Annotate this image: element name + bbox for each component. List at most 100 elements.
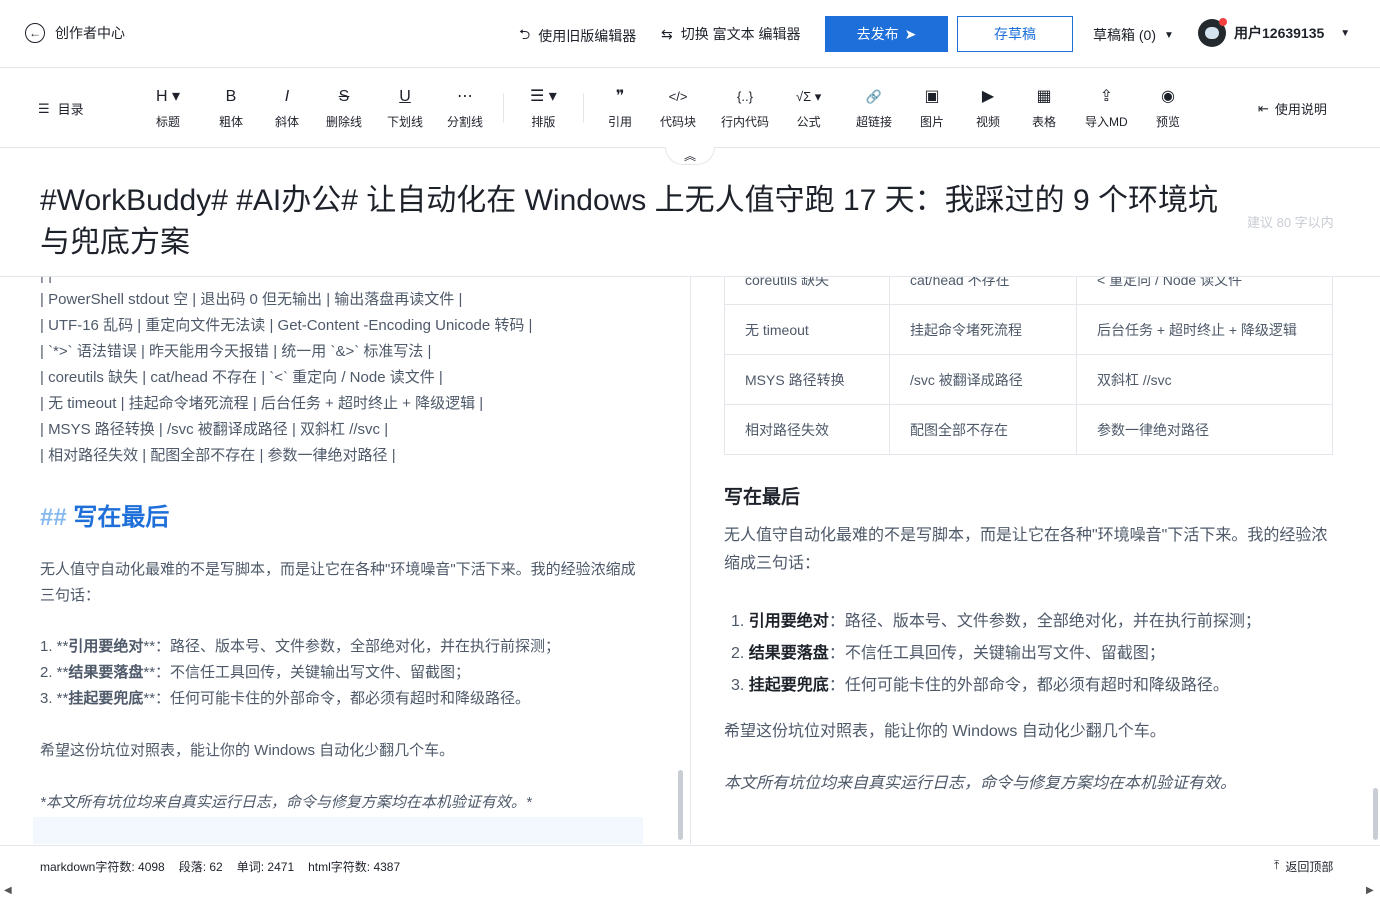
table-cell: 配图全部不存在 — [889, 404, 1077, 455]
preview-list-item: 2. 结果要落盘：不信任工具回传，关键输出写文件、留截图； — [731, 645, 1165, 662]
caret-down-icon: ▼ — [1164, 29, 1174, 41]
tool-heading[interactable]: H ▾ 标题 — [156, 87, 180, 130]
table-row: 无 timeout 挂起命令堵死流程 后台任务 + 超时终止 + 降级逻辑 — [724, 304, 1333, 355]
tool-strikethrough-label: 删除线 — [326, 115, 363, 129]
tool-layout[interactable]: ☰ ▾ 排版 — [530, 87, 557, 130]
tool-underline-label: 下划线 — [387, 115, 424, 129]
formula-icon: √Σ ▾ — [796, 89, 822, 104]
username: 用户12639135 — [1234, 25, 1325, 41]
tool-quote-label: 引用 — [608, 115, 633, 129]
toc-button[interactable]: ☰ 目录 — [38, 99, 84, 118]
tool-underline[interactable]: U 下划线 — [387, 87, 423, 130]
tool-table[interactable]: ▦ 表格 — [1032, 87, 1056, 130]
tool-bold-label: 粗体 — [219, 115, 244, 129]
switch-editor-label: 切换 富文本 编辑器 — [680, 26, 801, 42]
arrow-left-icon: ← — [25, 23, 45, 43]
editor-toolbar: ☰ 目录 H ▾ 标题 B 粗体 I 斜体 S 删除线 U 下划线 ⋯ 分割线 ☰ ▾ 排版 … — [0, 69, 1380, 148]
bold-icon: B — [225, 88, 237, 105]
heading-text: 写在最后 — [73, 504, 170, 531]
preview-scrollbar[interactable] — [1373, 788, 1378, 840]
toolbar-separator — [583, 93, 584, 123]
tool-divider[interactable]: ⋯ 分割线 — [447, 87, 483, 130]
markdown-char-count: markdown字符数: 4098 — [40, 860, 165, 874]
editor-table-line: | MSYS 路径转换 | /svc 被翻译成路径 | 双斜杠 //svc | — [40, 421, 389, 438]
divider-icon: ⋯ — [457, 88, 473, 105]
quote-icon: ❞ — [615, 88, 625, 105]
caret-down-icon: ▼ — [1340, 27, 1351, 39]
list-icon: ☰ — [38, 100, 50, 116]
tool-bold[interactable]: B 粗体 — [219, 87, 243, 130]
back-to-top-label: 返回顶部 — [1285, 860, 1334, 874]
tool-formula[interactable]: √Σ ▾ 公式 — [796, 87, 821, 130]
table-row: MSYS 路径转换 /svc 被翻译成路径 双斜杠 //svc — [724, 354, 1333, 405]
publish-button[interactable]: 去发布 ➤ — [825, 16, 948, 52]
back-to-top-button[interactable]: ⤒ 返回顶部 — [1274, 858, 1333, 875]
table-cell: cat/head 不存在 — [889, 277, 1077, 305]
horizontal-scrollbar[interactable]: ◀ ▶ — [0, 883, 1380, 900]
tool-link[interactable]: 🔗 超链接 — [856, 87, 892, 130]
tool-video[interactable]: ▶ 视频 — [976, 87, 1000, 130]
editor-intro: 无人值守自动化最难的不是写脚本，而是让它在各种"环境噪音"下活下来。我的经验浓缩… — [40, 561, 636, 604]
publish-label: 去发布 — [856, 26, 899, 42]
back-label: 创作者中心 — [55, 25, 125, 41]
editor-scrollbar[interactable] — [678, 770, 683, 840]
old-editor-button[interactable]: ⮌ 使用旧版编辑器 — [519, 24, 636, 48]
table-cell: 无 timeout — [724, 304, 890, 355]
tool-code-block-label: 代码块 — [660, 115, 697, 129]
video-icon: ▶ — [981, 88, 995, 105]
tool-italic[interactable]: I 斜体 — [275, 87, 299, 130]
strikethrough-icon: S — [338, 88, 350, 105]
drafts-dropdown[interactable]: 草稿箱 (0) ▼ — [1093, 25, 1174, 45]
top-header: ← 创作者中心 ⮌ 使用旧版编辑器 ⇆ 切换 富文本 编辑器 去发布 ➤ 存草稿… — [0, 0, 1380, 68]
tool-image[interactable]: ▣ 图片 — [920, 87, 944, 130]
user-menu[interactable]: 用户12639135 ▼ — [1198, 18, 1351, 47]
eye-icon: ◉ — [1161, 88, 1175, 105]
tool-layout-label: 排版 — [531, 115, 556, 129]
tool-strikethrough[interactable]: S 删除线 — [326, 87, 362, 130]
tool-video-label: 视频 — [976, 115, 1001, 129]
editor-closing: 希望这份坑位对照表，能让你的 Windows 自动化少翻几个车。 — [40, 742, 455, 759]
table-cell: 参数一律绝对路径 — [1076, 404, 1333, 455]
manual-button[interactable]: ⇤ 使用说明 — [1258, 99, 1327, 118]
back-to-creator-center[interactable]: ← 创作者中心 — [25, 23, 125, 43]
switch-editor-button[interactable]: ⇆ 切换 富文本 编辑器 — [661, 24, 801, 44]
table-row: coreutils 缺失 cat/head 不存在 < 重定向 / Node 读… — [724, 277, 1333, 305]
tool-italic-label: 斜体 — [275, 115, 300, 129]
arrow-up-icon: ⤒ — [1274, 858, 1280, 872]
scroll-right-icon[interactable]: ▶ — [1366, 885, 1374, 896]
table-cell: < 重定向 / Node 读文件 — [1076, 277, 1333, 305]
editor-table-line: | `*>` 语法错误 | 昨天能用今天报错 | 统一用 `&>` 标准写法 | — [40, 343, 432, 360]
tool-preview-label: 预览 — [1156, 115, 1181, 129]
markdown-editor[interactable]: | | | PowerShell stdout 空 | 退出码 0 但无输出 |… — [0, 277, 690, 844]
save-draft-label: 存草稿 — [994, 26, 1036, 42]
tool-code-block[interactable]: </> 代码块 — [660, 87, 696, 130]
save-draft-button[interactable]: 存草稿 — [957, 16, 1073, 52]
article-title-input[interactable]: #WorkBuddy# #AI办公# 让自动化在 Windows 上无人值守跑 … — [40, 180, 1220, 264]
layout-icon: ☰ ▾ — [530, 88, 557, 105]
link-icon: 🔗 — [865, 89, 883, 104]
chevron-up-icon: ︽ — [683, 149, 696, 163]
tool-preview[interactable]: ◉ 预览 — [1156, 87, 1180, 130]
editor-note: *本文所有坑位均来自真实运行日志，命令与修复方案均在本机验证有效。* — [40, 794, 532, 811]
list-icon: ⇤ — [1258, 100, 1269, 116]
document-stats: markdown字符数: 4098 段落: 62 单词: 2471 html字符… — [40, 858, 400, 875]
underline-icon: U — [399, 88, 411, 105]
editor-table-line: | 无 timeout | 挂起命令堵死流程 | 后台任务 + 超时终止 + 降… — [40, 395, 484, 412]
html-char-count: html字符数: 4387 — [308, 860, 401, 874]
manual-label: 使用说明 — [1274, 102, 1327, 117]
inline-code-icon: {..} — [737, 89, 753, 104]
tool-table-label: 表格 — [1032, 115, 1057, 129]
title-length-hint: 建议 80 字以内 — [1247, 215, 1334, 230]
scroll-left-icon[interactable]: ◀ — [4, 885, 12, 896]
preview-intro: 无人值守自动化最难的不是写脚本，而是让它在各种"环境噪音"下活下来。我的经验浓缩… — [724, 527, 1328, 572]
table-cell: MSYS 路径转换 — [724, 354, 890, 405]
table-cell: coreutils 缺失 — [724, 277, 890, 305]
avatar — [1198, 18, 1227, 47]
heading-icon: H ▾ — [156, 88, 181, 105]
tool-import-md[interactable]: ⇪ 导入MD — [1085, 87, 1128, 130]
tool-quote[interactable]: ❞ 引用 — [608, 87, 632, 130]
tool-inline-code[interactable]: {..} 行内代码 — [721, 87, 769, 130]
collapse-toolbar-button[interactable]: ︽ — [665, 147, 715, 165]
editor-list-item: 2. **结果要落盘**：不信任工具回传，关键输出写文件、留截图； — [40, 664, 471, 681]
word-count: 单词: 2471 — [236, 860, 295, 874]
